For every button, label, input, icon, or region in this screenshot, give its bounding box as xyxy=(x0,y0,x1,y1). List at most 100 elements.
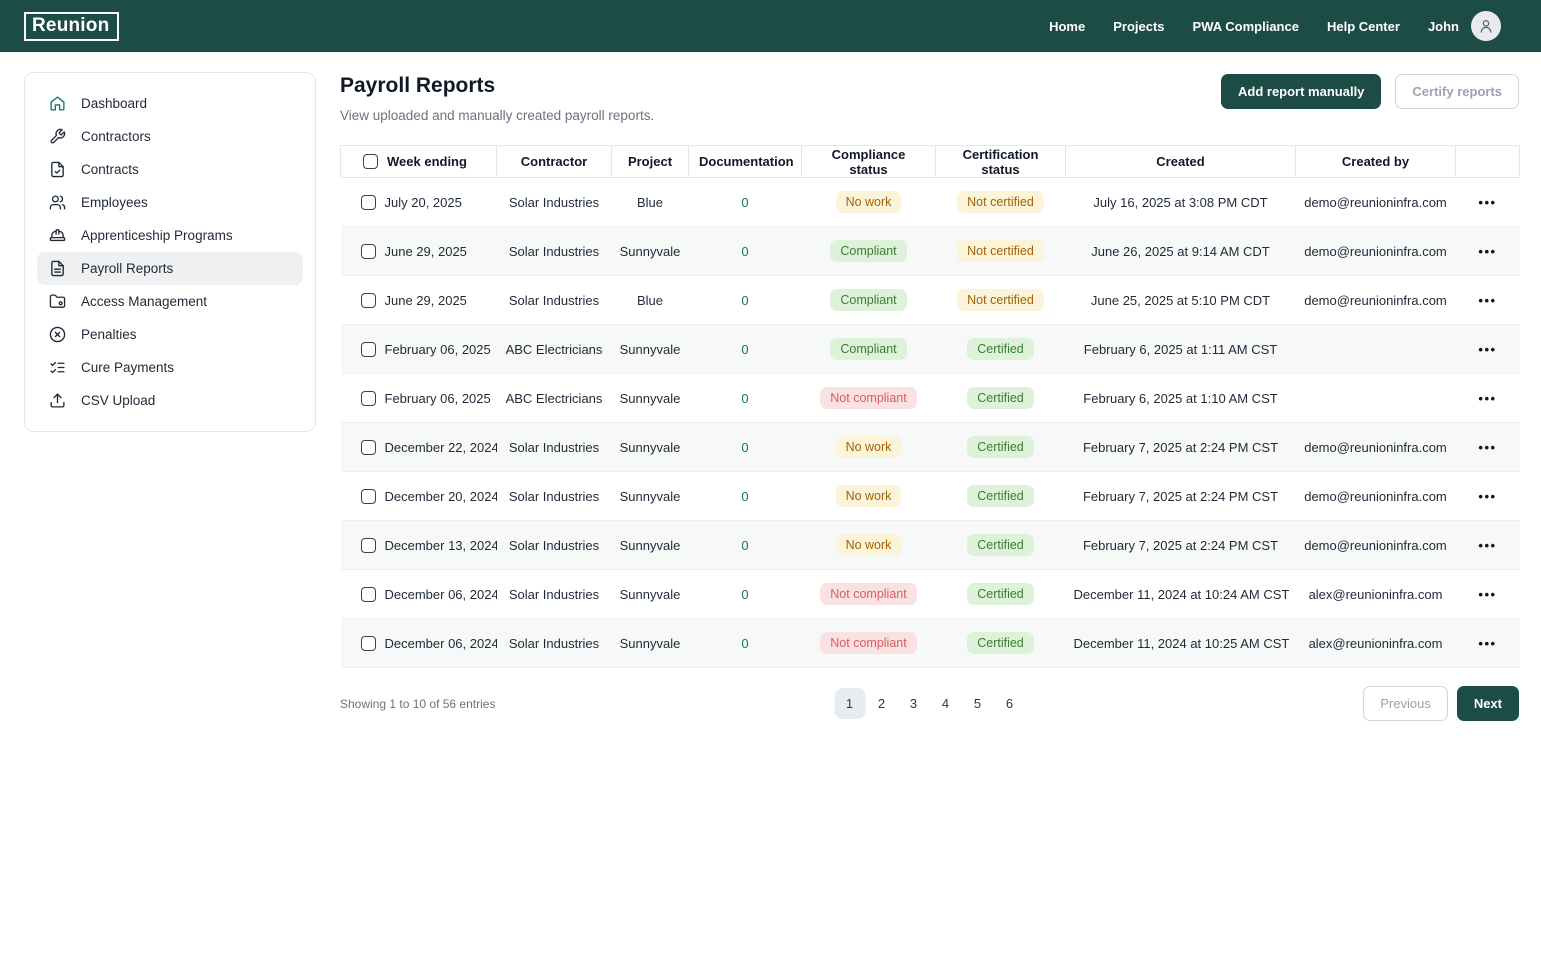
created-by-cell: alex@reunioninfra.com xyxy=(1295,618,1456,668)
top-navbar: Reunion Home Projects PWA Compliance Help C… xyxy=(0,0,1541,52)
nav-link-home[interactable]: Home xyxy=(1049,19,1085,34)
certification-status-badge: Certified xyxy=(967,484,1034,508)
page-number-5[interactable]: 5 xyxy=(962,688,993,719)
project-cell: Sunnyvale xyxy=(611,569,689,619)
nav-link-help-center[interactable]: Help Center xyxy=(1327,19,1400,34)
row-actions-button[interactable]: ••• xyxy=(1478,587,1496,602)
row-actions-button[interactable]: ••• xyxy=(1478,538,1496,553)
certification-status-cell: Certified xyxy=(935,569,1066,619)
compliance-status-cell: No work xyxy=(801,177,936,227)
user-avatar-icon[interactable] xyxy=(1471,11,1501,41)
row-checkbox[interactable] xyxy=(360,292,376,308)
sidebar-item-penalties[interactable]: Penalties xyxy=(37,318,303,351)
row-actions-button[interactable]: ••• xyxy=(1478,195,1496,210)
next-page-button[interactable]: Next xyxy=(1456,686,1519,721)
contractor-cell: Solar Industries xyxy=(496,275,612,325)
list-checks-icon xyxy=(49,359,66,376)
main-content: Payroll Reports View uploaded and manual… xyxy=(340,74,1520,721)
column-header-compliance-status: Compliance status xyxy=(801,145,936,178)
compliance-status-badge: Not compliant xyxy=(820,582,917,606)
row-checkbox[interactable] xyxy=(360,243,376,259)
project-cell: Blue xyxy=(611,177,689,227)
row-actions-button[interactable]: ••• xyxy=(1478,293,1496,308)
page-number-6[interactable]: 6 xyxy=(994,688,1025,719)
nav-link-pwa-compliance[interactable]: PWA Compliance xyxy=(1193,19,1299,34)
row-actions-button[interactable]: ••• xyxy=(1478,342,1496,357)
compliance-status-badge: Compliant xyxy=(830,288,907,312)
previous-page-button[interactable]: Previous xyxy=(1363,686,1448,721)
documentation-cell: 0 xyxy=(688,226,802,276)
created-by-cell xyxy=(1295,373,1456,423)
row-actions-button[interactable]: ••• xyxy=(1478,636,1496,651)
actions-cell: ••• xyxy=(1455,324,1520,374)
row-checkbox[interactable] xyxy=(360,194,376,210)
row-actions-button[interactable]: ••• xyxy=(1478,244,1496,259)
sidebar-item-label: Access Management xyxy=(81,294,208,309)
add-report-button[interactable]: Add report manually xyxy=(1221,74,1382,109)
created-cell: June 25, 2025 at 5:10 PM CDT xyxy=(1065,275,1296,325)
table-row: June 29, 2025 Solar Industries Blue 0 Compli… xyxy=(340,275,1520,325)
page-number-3[interactable]: 3 xyxy=(898,688,929,719)
upload-icon xyxy=(49,392,66,409)
certification-status-badge: Not certified xyxy=(957,190,1044,214)
compliance-status-cell: Compliant xyxy=(801,324,936,374)
row-checkbox[interactable] xyxy=(360,341,376,357)
sidebar-item-payroll-reports[interactable]: Payroll Reports xyxy=(37,252,303,285)
pagination-summary: Showing 1 to 10 of 56 entries xyxy=(340,696,496,711)
compliance-status-badge: Not compliant xyxy=(820,631,917,655)
row-actions-button[interactable]: ••• xyxy=(1478,391,1496,406)
row-checkbox[interactable] xyxy=(360,488,376,504)
row-checkbox[interactable] xyxy=(360,586,376,602)
certification-status-badge: Not certified xyxy=(957,239,1044,263)
certification-status-badge: Certified xyxy=(967,386,1034,410)
documentation-cell: 0 xyxy=(688,618,802,668)
user-menu[interactable]: John xyxy=(1428,11,1501,41)
sidebar-item-cure-payments[interactable]: Cure Payments xyxy=(37,351,303,384)
payroll-reports-table: Week ending Contractor Project Documentatio… xyxy=(340,145,1520,668)
actions-cell: ••• xyxy=(1455,569,1520,619)
sidebar-item-contractors[interactable]: Contractors xyxy=(37,120,303,153)
row-actions-button[interactable]: ••• xyxy=(1478,489,1496,504)
row-actions-button[interactable]: ••• xyxy=(1478,440,1496,455)
row-checkbox[interactable] xyxy=(360,537,376,553)
sidebar-item-contracts[interactable]: Contracts xyxy=(37,153,303,186)
sidebar-item-employees[interactable]: Employees xyxy=(37,186,303,219)
table-row: February 06, 2025 ABC Electricians Sunnyva… xyxy=(340,373,1520,423)
created-by-cell: alex@reunioninfra.com xyxy=(1295,569,1456,619)
certification-status-badge: Certified xyxy=(967,435,1034,459)
page-number-2[interactable]: 2 xyxy=(866,688,897,719)
sidebar-item-csv-upload[interactable]: CSV Upload xyxy=(37,384,303,417)
pagination-bar: Showing 1 to 10 of 56 entries 123456 Pre… xyxy=(340,686,1519,721)
page-number-4[interactable]: 4 xyxy=(930,688,961,719)
project-cell: Sunnyvale xyxy=(611,471,689,521)
contractor-cell: Solar Industries xyxy=(496,226,612,276)
documentation-cell: 0 xyxy=(688,471,802,521)
users-icon xyxy=(49,194,66,211)
certification-status-cell: Certified xyxy=(935,324,1066,374)
certify-reports-button[interactable]: Certify reports xyxy=(1395,74,1519,109)
row-checkbox[interactable] xyxy=(360,439,376,455)
file-check-icon xyxy=(49,161,66,178)
created-by-cell: demo@reunioninfra.com xyxy=(1295,520,1456,570)
row-checkbox[interactable] xyxy=(360,390,376,406)
nav-link-projects[interactable]: Projects xyxy=(1113,19,1164,34)
compliance-status-cell: No work xyxy=(801,422,936,472)
sidebar-item-dashboard[interactable]: Dashboard xyxy=(37,87,303,120)
created-cell: February 6, 2025 at 1:11 AM CST xyxy=(1065,324,1296,374)
page-number-1[interactable]: 1 xyxy=(834,688,865,719)
sidebar-item-access-management[interactable]: Access Management xyxy=(37,285,303,318)
sidebar-item-label: Dashboard xyxy=(81,96,148,111)
documentation-cell: 0 xyxy=(688,520,802,570)
certification-status-cell: Not certified xyxy=(935,226,1066,276)
week-ending-cell: December 06, 2024 xyxy=(384,586,497,602)
table-row: December 06, 2024 Solar Industries Sunnyva… xyxy=(340,618,1520,668)
select-all-checkbox[interactable] xyxy=(363,154,378,169)
actions-cell: ••• xyxy=(1455,618,1520,668)
compliance-status-badge: Compliant xyxy=(830,239,907,263)
column-header-week-ending: Week ending xyxy=(340,145,497,178)
row-checkbox[interactable] xyxy=(360,635,376,651)
user-name: John xyxy=(1427,18,1459,34)
sidebar-item-apprenticeship-programs[interactable]: Apprenticeship Programs xyxy=(37,219,303,252)
file-text-icon xyxy=(49,260,66,277)
documentation-cell: 0 xyxy=(688,275,802,325)
